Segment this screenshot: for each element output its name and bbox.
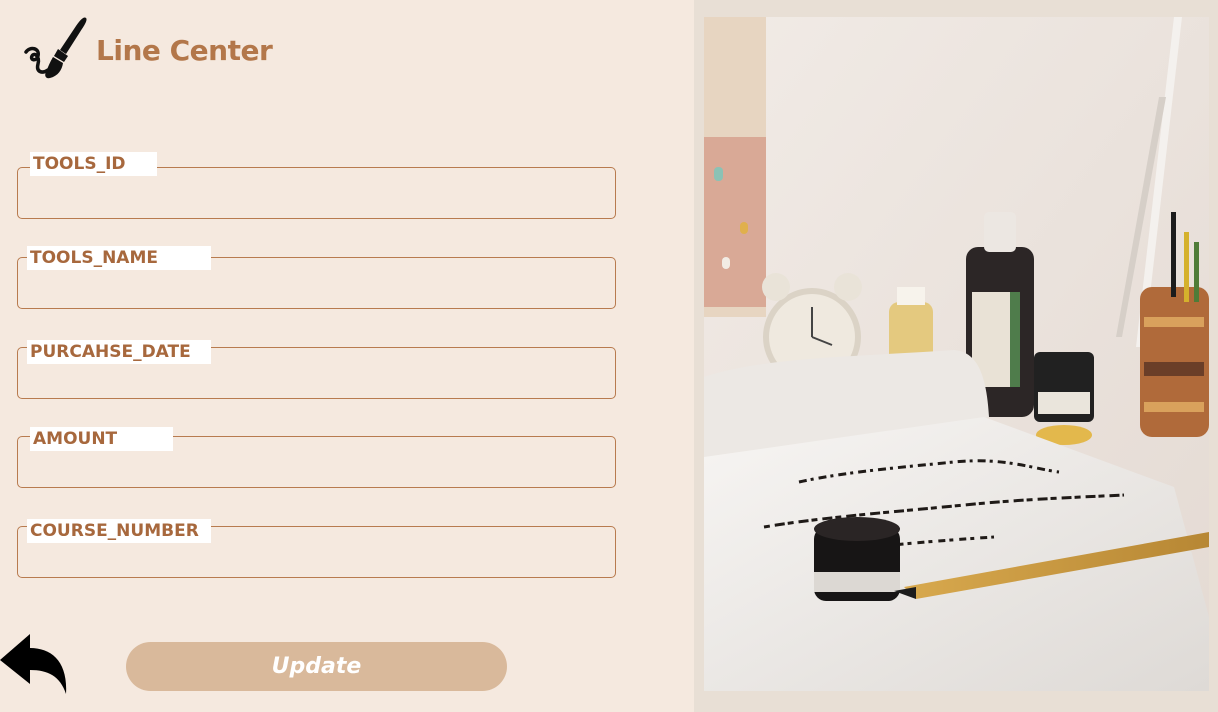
- calligraphy-photo: [704, 17, 1209, 691]
- tools-id-label: TOOLS_ID: [30, 152, 157, 176]
- course-number-input[interactable]: [28, 545, 598, 571]
- back-arrow-icon: [0, 634, 70, 700]
- amount-label: AMOUNT: [30, 427, 173, 451]
- brand-header: Line Center: [22, 16, 273, 84]
- tools-name-label: TOOLS_NAME: [27, 246, 211, 270]
- course-number-label: COURSE_NUMBER: [27, 519, 211, 543]
- update-button[interactable]: Update: [126, 642, 507, 691]
- purchase-date-input[interactable]: [28, 366, 598, 392]
- back-button[interactable]: [0, 632, 70, 696]
- amount-input[interactable]: [28, 455, 598, 481]
- purchase-date-label: PURCAHSE_DATE: [27, 340, 211, 364]
- tools-name-input[interactable]: [28, 276, 598, 302]
- tools-id-input[interactable]: [28, 186, 598, 212]
- brush-icon: [22, 16, 90, 84]
- brand-title: Line Center: [96, 33, 273, 67]
